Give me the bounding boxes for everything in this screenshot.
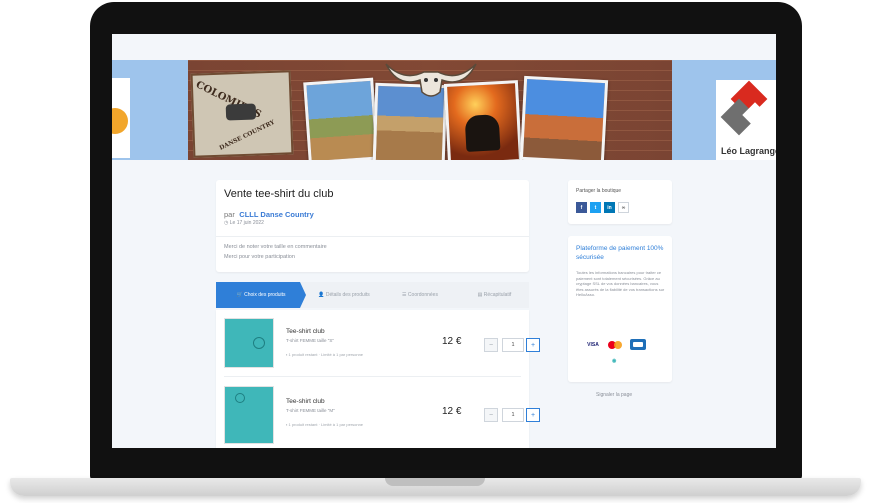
logo-text: Léo Lagrange xyxy=(721,146,776,156)
quantity-value[interactable]: 1 xyxy=(502,338,524,352)
campaign-title: Vente tee-shirt du club xyxy=(224,188,334,200)
tab-label: Récapitulatif xyxy=(483,292,512,298)
leo-lagrange-logo: Léo Lagrange xyxy=(716,80,776,160)
increment-button[interactable]: + xyxy=(526,408,540,422)
sign-text-bottom: DANSE COUNTRY xyxy=(218,118,276,152)
ssl-badge-icon: ◉ xyxy=(612,358,617,364)
share-card: Partager la boutique f t in ∞ xyxy=(568,180,672,224)
quantity-value[interactable]: 1 xyxy=(502,408,524,422)
product-image[interactable] xyxy=(224,318,274,368)
report-page-link[interactable]: Signaler la page xyxy=(596,392,632,398)
organizer-prefix: par xyxy=(224,210,235,219)
linkedin-icon[interactable]: in xyxy=(604,202,615,213)
photo-landscape-1 xyxy=(303,77,379,160)
product-list: Tee-shirt club T-shirt FEMME taille "S" … xyxy=(216,310,540,448)
link-icon[interactable]: ∞ xyxy=(618,202,629,213)
tab-contact-details[interactable]: ☰ Coordonnées xyxy=(384,282,456,308)
left-logo xyxy=(112,78,130,158)
facebook-icon[interactable]: f xyxy=(576,202,587,213)
visa-logo: VISA xyxy=(587,342,599,348)
cb-card-logo xyxy=(630,339,646,350)
skull-icon xyxy=(385,63,477,97)
product-image[interactable] xyxy=(224,386,274,444)
cart-icon: 🛒 xyxy=(236,292,245,298)
product-description: T-shirt FEMME taille "S" xyxy=(286,338,334,343)
share-title: Partager la boutique xyxy=(576,188,622,194)
payment-card: Plateforme de paiement 100% sécurisée To… xyxy=(568,236,672,382)
sun-icon xyxy=(112,108,128,134)
product-name: Tee-shirt club xyxy=(286,398,325,405)
banner: COLOMIERS DANSE COUNTRY Léo Lagrange xyxy=(112,60,776,160)
twitter-icon[interactable]: t xyxy=(590,202,601,213)
product-stock-text: 1 produit restant · Limité à 1 par perso… xyxy=(288,422,364,427)
payment-title: Plateforme de paiement 100% sécurisée xyxy=(576,245,664,261)
screen: COLOMIERS DANSE COUNTRY Léo Lagrange Ven… xyxy=(112,34,776,448)
divider xyxy=(224,376,521,377)
tab-product-details[interactable]: 👤 Détails des produits xyxy=(308,282,380,308)
payment-text: Toutes les informations bancaires pour t… xyxy=(576,270,665,298)
campaign-date-text: Le 17 juin 2022 xyxy=(229,220,264,226)
rider-silhouette xyxy=(464,114,501,152)
checkout-steps: 🛒 Choix des produits 👤 Détails des produ… xyxy=(216,282,529,308)
shirt-logo-icon xyxy=(253,337,265,349)
shirt-logo-icon xyxy=(235,393,245,403)
decrement-button[interactable]: − xyxy=(484,338,498,352)
message-line-2: Merci pour votre participation xyxy=(224,254,295,260)
campaign-date: ◷ Le 17 juin 2022 xyxy=(224,220,264,226)
message-line-1: Merci de noter votre taille en commentai… xyxy=(224,244,327,250)
tab-label: Détails des produits xyxy=(325,292,370,298)
club-sign: COLOMIERS DANSE COUNTRY xyxy=(190,70,294,158)
product-description: T-shirt FEMME taille "M" xyxy=(286,408,335,413)
divider xyxy=(216,236,529,237)
product-price: 12 € xyxy=(442,406,462,417)
product-stock-text: 1 produit restant · Limité à 1 par perso… xyxy=(288,352,364,357)
banner-image: COLOMIERS DANSE COUNTRY xyxy=(188,60,672,160)
product-stock-note: ▪ 1 produit restant · Limité à 1 par per… xyxy=(286,352,363,357)
laptop-notch xyxy=(385,478,485,486)
tab-label: Choix des produits xyxy=(244,292,286,298)
campaign-card: Vente tee-shirt du club par CLLL Danse C… xyxy=(216,180,529,272)
mastercard-logo xyxy=(606,340,626,350)
product-name: Tee-shirt club xyxy=(286,328,325,335)
user-icon: 👤 xyxy=(318,292,326,298)
decrement-button[interactable]: − xyxy=(484,408,498,422)
product-price: 12 € xyxy=(442,336,462,347)
tab-label: Coordonnées xyxy=(407,292,438,298)
photo-canyon xyxy=(519,75,609,160)
boot-icon xyxy=(225,103,257,121)
tab-product-choice[interactable]: 🛒 Choix des produits xyxy=(216,282,306,308)
organizer-link[interactable]: CLLL Danse Country xyxy=(239,210,313,219)
product-stock-note: ▪ 1 produit restant · Limité à 1 par per… xyxy=(286,422,363,427)
increment-button[interactable]: + xyxy=(526,338,540,352)
tab-summary[interactable]: ▤ Récapitulatif xyxy=(460,282,529,308)
